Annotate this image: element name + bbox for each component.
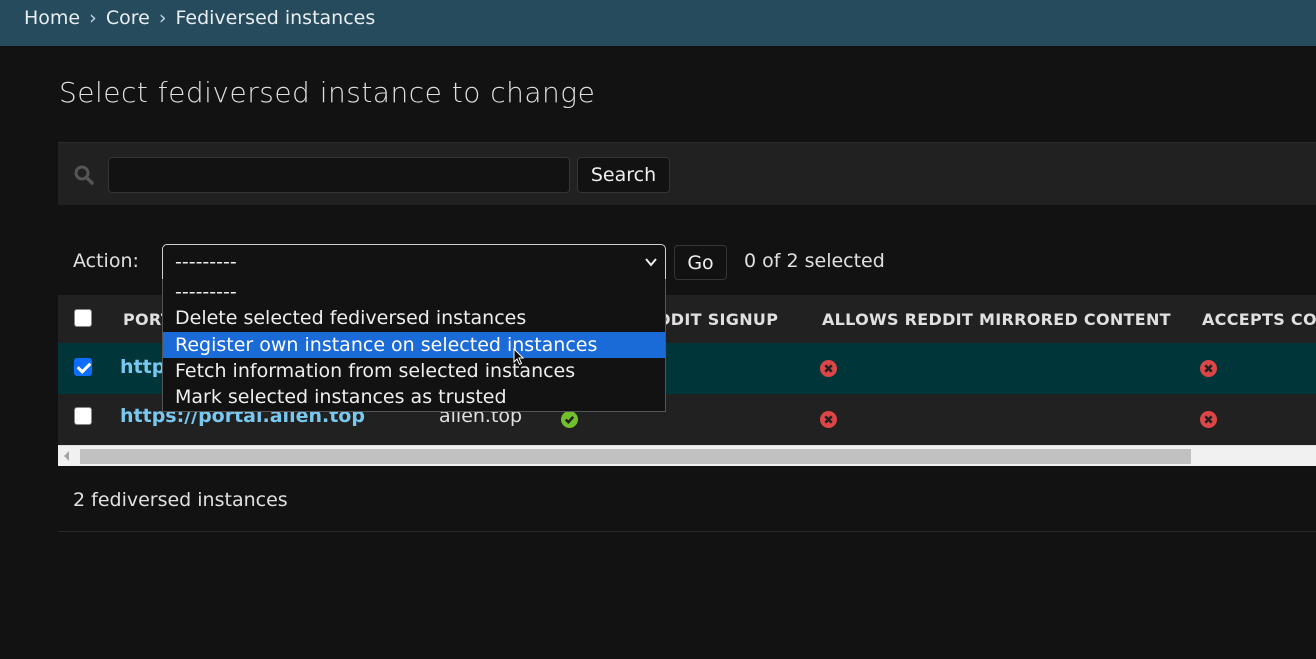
- breadcrumb-home[interactable]: Home: [24, 7, 80, 29]
- action-option-trust[interactable]: Mark selected instances as trusted: [163, 384, 665, 410]
- action-option-delete[interactable]: Delete selected fediversed instances: [163, 305, 665, 331]
- select-all-checkbox[interactable]: [74, 309, 92, 327]
- action-option-fetch[interactable]: Fetch information from selected instance…: [163, 358, 665, 384]
- action-select[interactable]: ---------: [162, 244, 666, 280]
- action-bar: Action: --------- Go 0 of 2 selected: [58, 244, 1316, 280]
- search-input[interactable]: [108, 157, 570, 193]
- chevron-down-icon: [645, 258, 657, 267]
- action-option-register[interactable]: Register own instance on selected instan…: [163, 331, 665, 358]
- action-option[interactable]: ---------: [163, 279, 665, 305]
- column-header-mirrored[interactable]: ALLOWS REDDIT MIRRORED CONTENT: [822, 310, 1171, 329]
- search-button[interactable]: Search: [577, 157, 670, 193]
- search-toolbar: Search: [58, 142, 1316, 205]
- row-checkbox[interactable]: [74, 358, 92, 376]
- portal-link[interactable]: http: [120, 356, 165, 378]
- scroll-left-arrow-icon[interactable]: [64, 451, 69, 461]
- breadcrumb-core[interactable]: Core: [106, 7, 150, 29]
- yes-icon: [561, 411, 578, 428]
- divider: [58, 531, 1316, 532]
- no-icon: [820, 360, 837, 377]
- action-label: Action:: [73, 250, 139, 272]
- row-checkbox[interactable]: [74, 407, 92, 425]
- breadcrumb: Home › Core › Fediversed instances: [0, 0, 1316, 46]
- mouse-cursor-icon: [513, 348, 525, 366]
- column-header-accepts[interactable]: ACCEPTS CO: [1202, 310, 1316, 329]
- action-dropdown-menu: --------- Delete selected fediversed ins…: [162, 279, 666, 412]
- no-icon: [1200, 360, 1217, 377]
- breadcrumb-current: Fediversed instances: [175, 7, 376, 29]
- breadcrumb-separator: ›: [158, 7, 167, 29]
- go-button[interactable]: Go: [674, 245, 727, 280]
- breadcrumb-separator: ›: [89, 7, 97, 29]
- no-icon: [820, 411, 837, 428]
- horizontal-scrollbar[interactable]: [58, 445, 1316, 466]
- page-title: Select fediversed instance to change: [59, 76, 596, 109]
- selection-counter: 0 of 2 selected: [744, 250, 885, 272]
- action-select-value: ---------: [175, 251, 237, 273]
- search-icon: [74, 165, 94, 185]
- result-count: 2 fediversed instances: [73, 489, 288, 511]
- no-icon: [1200, 411, 1217, 428]
- scrollbar-thumb[interactable]: [80, 449, 1191, 464]
